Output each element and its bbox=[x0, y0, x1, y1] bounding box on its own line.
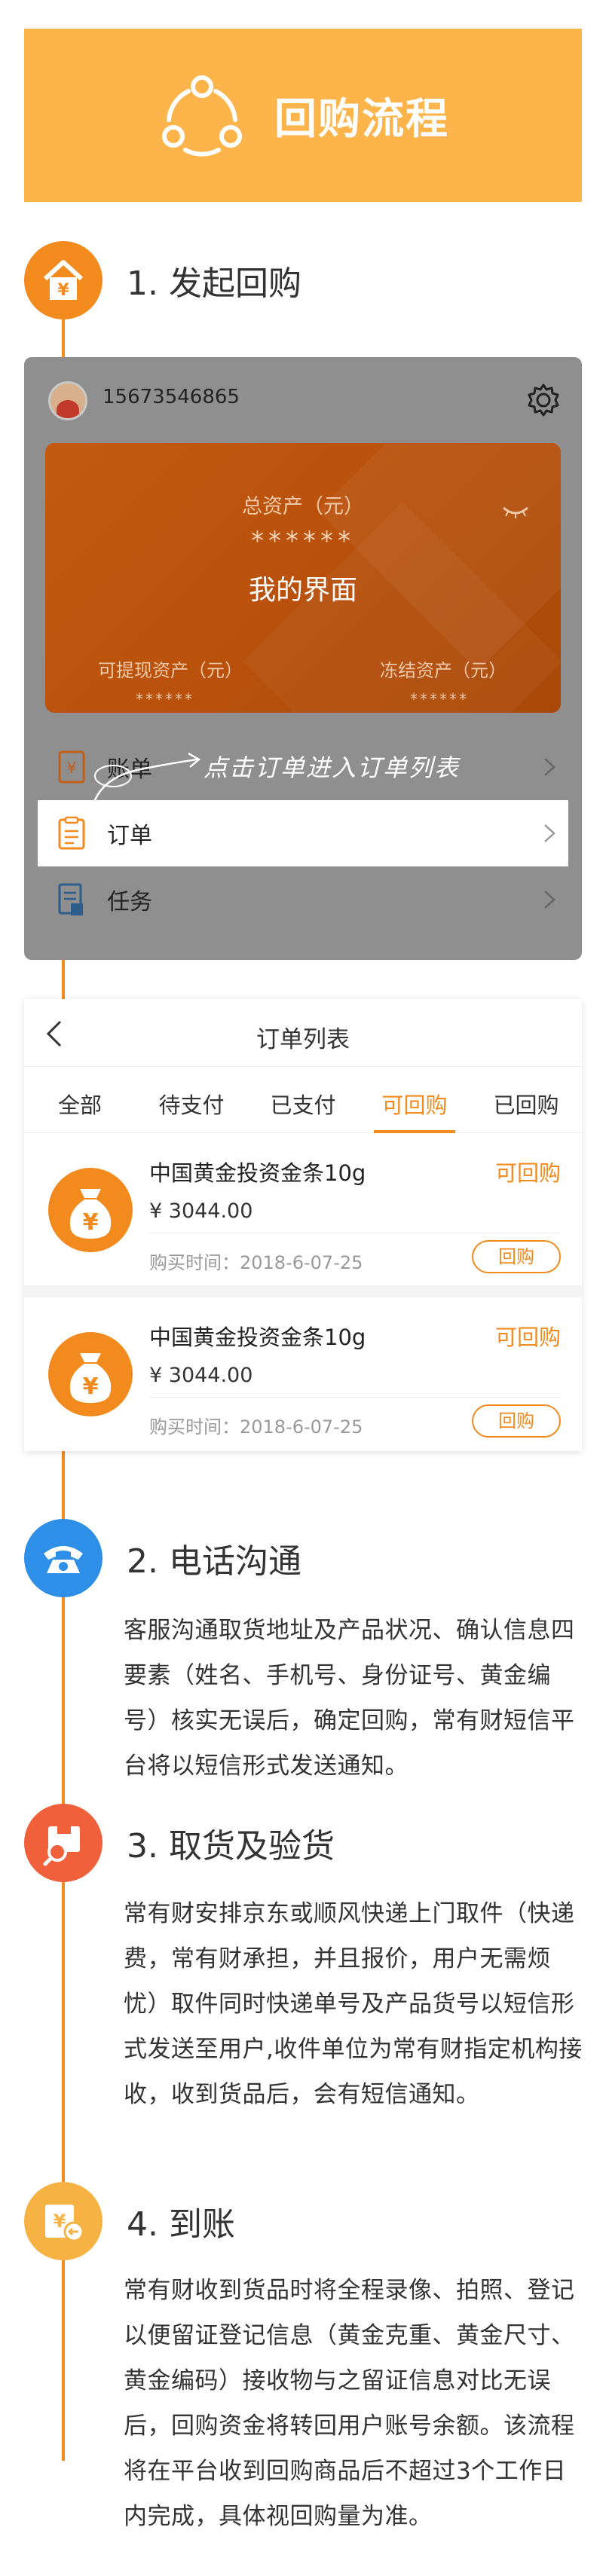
eye-hidden-icon[interactable] bbox=[500, 505, 531, 520]
tab-pending-payment[interactable]: 待支付 bbox=[136, 1067, 247, 1132]
step-2-description: 客服沟通取货地址及产品状况、确认信息四要素（姓名、手机号、身份证号、黄金编号）核… bbox=[124, 1617, 575, 1780]
product-name: 中国黄金投资金条10g bbox=[149, 1325, 366, 1350]
frozen-value: ****** bbox=[410, 690, 469, 708]
chevron-right-icon bbox=[544, 758, 556, 776]
package-search-icon bbox=[24, 1804, 103, 1882]
user-phone: 15673546865 bbox=[103, 386, 240, 408]
product-price: ¥ 3044.00 bbox=[149, 1364, 253, 1387]
tab-all[interactable]: 全部 bbox=[24, 1067, 136, 1132]
withdrawable-label: 可提现资产（元） bbox=[98, 660, 243, 681]
product-price: ¥ 3044.00 bbox=[149, 1199, 253, 1223]
task-icon bbox=[58, 883, 83, 915]
header-banner: 回购流程 bbox=[24, 29, 582, 202]
order-list-title: 订单列表 bbox=[256, 1026, 350, 1053]
step-1-header: ¥ 1. 发起回购 bbox=[24, 241, 301, 319]
money-bag-icon: ¥ bbox=[48, 1332, 133, 1416]
menu-row-label: 任务 bbox=[107, 889, 152, 915]
order-list-screenshot: 订单列表 全部 待支付 已支付 可回购 已回购 ¥ 中国黄金投资金条10g 可回… bbox=[24, 999, 582, 1451]
step-2-header: 2. 电话沟通 bbox=[24, 1519, 301, 1597]
gear-icon[interactable] bbox=[526, 383, 561, 417]
total-assets-label: 总资产（元） bbox=[242, 495, 364, 518]
tab-repurchased[interactable]: 已回购 bbox=[470, 1067, 582, 1132]
menu-row-label: 订单 bbox=[107, 823, 152, 849]
payout-icon: ¥ bbox=[24, 2182, 103, 2260]
share-cycle-icon bbox=[162, 75, 242, 157]
chevron-right-icon bbox=[544, 824, 556, 842]
step-3-title: 3. 取货及验货 bbox=[127, 1827, 335, 1866]
page-title: 回购流程 bbox=[274, 94, 449, 144]
product-name: 中国黄金投资金条10g bbox=[149, 1160, 366, 1186]
step-4-header: ¥ 4. 到账 bbox=[24, 2182, 235, 2260]
order-status: 可回购 bbox=[494, 1325, 561, 1350]
timeline-line bbox=[62, 960, 65, 1001]
svg-text:¥: ¥ bbox=[83, 1374, 99, 1400]
total-assets-value: ****** bbox=[251, 526, 355, 556]
svg-text:¥: ¥ bbox=[57, 281, 69, 300]
purchase-date: 购买时间：2018-6-07-25 bbox=[149, 1252, 363, 1273]
chevron-right-icon bbox=[544, 891, 556, 909]
repurchase-button[interactable]: 回购 bbox=[472, 1404, 561, 1438]
frozen-label: 冻结资产（元） bbox=[380, 660, 507, 681]
tab-repurchasable[interactable]: 可回购 bbox=[359, 1067, 470, 1133]
step-4-description: 常有财收到货品时将全程录像、拍照、登记以便留证登记信息（黄金克重、黄金尺寸、黄金… bbox=[124, 2277, 575, 2530]
step-1-title: 1. 发起回购 bbox=[127, 264, 301, 303]
overlay-title: 我的界面 bbox=[248, 575, 357, 606]
svg-text:¥: ¥ bbox=[83, 1209, 99, 1236]
annotation-text: 点击订单进入订单列表 bbox=[204, 753, 461, 782]
step-2-title: 2. 电话沟通 bbox=[127, 1542, 301, 1581]
assets-card: 总资产（元） ****** 我的界面 可提现资产（元） ****** 冻结资产（… bbox=[45, 443, 561, 713]
money-bag-icon: ¥ bbox=[48, 1168, 133, 1252]
step-4-title: 4. 到账 bbox=[127, 2205, 235, 2244]
step-3-header: 3. 取货及验货 bbox=[24, 1804, 335, 1882]
svg-text:¥: ¥ bbox=[54, 2211, 66, 2232]
avatar[interactable] bbox=[48, 381, 87, 420]
purchase-date: 购买时间：2018-6-07-25 bbox=[149, 1416, 363, 1438]
repurchase-button[interactable]: 回购 bbox=[472, 1240, 561, 1273]
order-status: 可回购 bbox=[494, 1160, 561, 1186]
order-list-header: 订单列表 bbox=[24, 999, 582, 1067]
home-yen-icon: ¥ bbox=[24, 241, 103, 319]
telephone-icon bbox=[24, 1519, 103, 1597]
tab-paid[interactable]: 已支付 bbox=[247, 1067, 359, 1132]
step-3-description: 常有财安排京东或顺风快递上门取件（快递费，常有财承担，并且报价，用户无需烦忧）取… bbox=[124, 1900, 583, 2108]
order-icon bbox=[58, 816, 85, 850]
withdrawable-value: ****** bbox=[136, 690, 194, 708]
order-tabs: 全部 待支付 已支付 可回购 已回购 bbox=[24, 1067, 582, 1133]
order-item[interactable]: ¥ 中国黄金投资金条10g 可回购 ¥ 3044.00 购买时间：2018-6-… bbox=[24, 1135, 582, 1284]
my-page-screenshot: 15673546865 总资产（元） ****** 我的界面 可提现资产（元） … bbox=[24, 357, 582, 960]
timeline-line bbox=[62, 1451, 65, 2461]
menu-row-order[interactable]: 订单 bbox=[38, 800, 568, 866]
menu-row-task[interactable]: 任务 bbox=[38, 866, 568, 933]
order-item[interactable]: ¥ 中国黄金投资金条10g 可回购 ¥ 3044.00 购买时间：2018-6-… bbox=[24, 1299, 582, 1448]
